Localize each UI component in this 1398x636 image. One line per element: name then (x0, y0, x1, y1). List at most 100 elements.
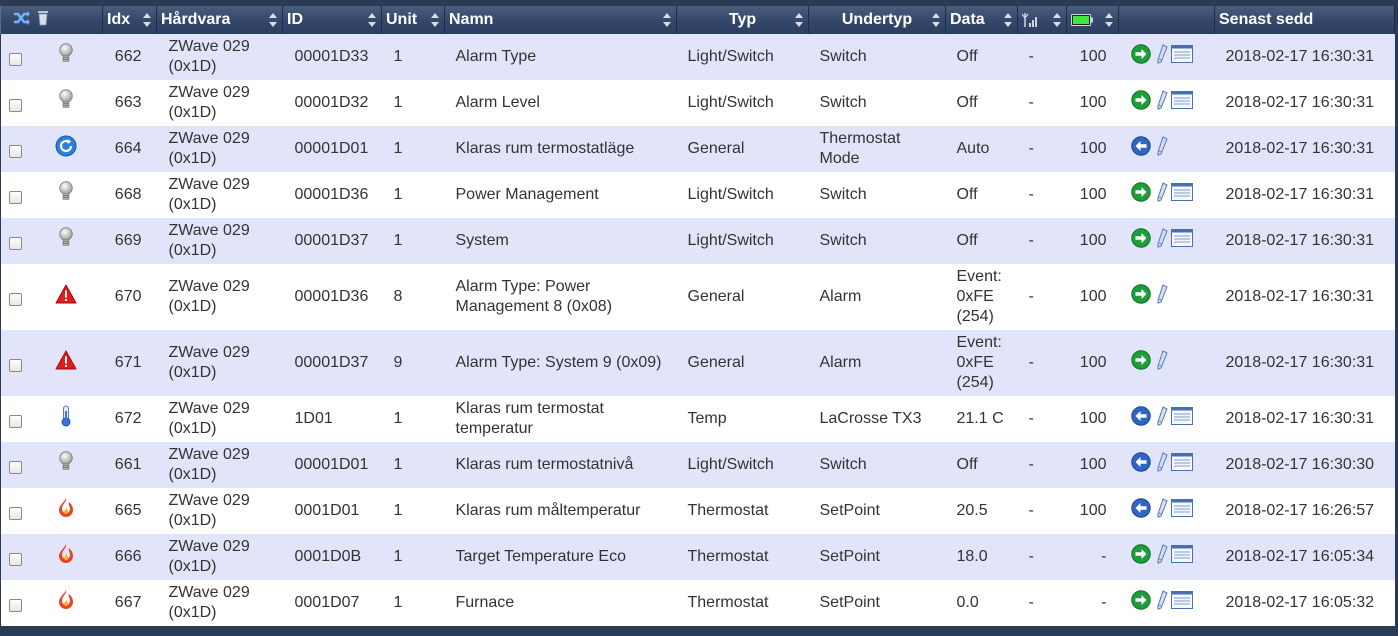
log-icon (1170, 499, 1193, 521)
column-header-hardware[interactable]: Hårdvara (156, 6, 283, 34)
device-log-button[interactable] (1170, 591, 1193, 615)
edit-device-button[interactable] (1154, 284, 1168, 310)
edit-device-button[interactable] (1154, 44, 1168, 70)
device-log-button[interactable] (1170, 91, 1193, 115)
device-icon-cell (28, 172, 103, 218)
device-log-button[interactable] (1170, 183, 1193, 207)
row-checkbox[interactable] (8, 191, 22, 205)
green-arrow-icon (1130, 90, 1151, 114)
row-checkbox[interactable] (8, 99, 22, 113)
goto-device-button[interactable] (1130, 590, 1151, 616)
column-header-last-seen[interactable]: Senast sedd (1214, 6, 1395, 34)
cell-unit: 1 (381, 396, 445, 442)
table-row[interactable]: 662 ZWave 029 (0x1D) 00001D33 1 Alarm Type Li… (0, 34, 1395, 80)
column-header-name[interactable]: Namn (444, 6, 677, 34)
cell-signal: - (1017, 172, 1067, 218)
cell-hardware: ZWave 029 (0x1D) (156, 34, 283, 80)
goto-device-button[interactable] (1130, 136, 1151, 162)
cell-subtype: Alarm (808, 330, 946, 396)
goto-device-button[interactable] (1130, 44, 1151, 70)
cell-hardware: ZWave 029 (0x1D) (156, 488, 283, 534)
cell-name: Klaras rum termostatnivå (444, 442, 677, 488)
cell-type: Light/Switch (676, 34, 809, 80)
goto-device-button[interactable] (1130, 544, 1151, 570)
shuffle-icon[interactable] (13, 10, 31, 26)
column-header-battery[interactable] (1066, 6, 1119, 34)
table-row[interactable]: 668 ZWave 029 (0x1D) 00001D36 1 Power Manage… (0, 172, 1395, 218)
goto-device-button[interactable] (1130, 90, 1151, 116)
cell-signal: - (1017, 34, 1067, 80)
cell-signal: - (1017, 330, 1067, 396)
column-header-data[interactable]: Data (945, 6, 1018, 34)
device-log-button[interactable] (1170, 229, 1193, 253)
edit-device-button[interactable] (1154, 498, 1168, 524)
goto-device-button[interactable] (1130, 406, 1151, 432)
cell-battery: 100 (1066, 172, 1119, 218)
cell-subtype: LaCrosse TX3 (808, 396, 946, 442)
edit-device-button[interactable] (1154, 90, 1168, 116)
column-header-subtype[interactable]: Undertyp (808, 6, 946, 34)
device-log-button[interactable] (1170, 407, 1193, 431)
device-log-button[interactable] (1170, 545, 1193, 569)
row-checkbox[interactable] (8, 237, 22, 251)
edit-device-button[interactable] (1154, 544, 1168, 570)
cell-subtype: Thermostat Mode (808, 126, 946, 172)
cell-type: Light/Switch (676, 172, 809, 218)
cell-name: Alarm Type (444, 34, 677, 80)
edit-device-button[interactable] (1154, 452, 1168, 478)
edit-device-button[interactable] (1154, 406, 1168, 432)
goto-device-button[interactable] (1130, 182, 1151, 208)
edit-device-button[interactable] (1154, 590, 1168, 616)
table-row[interactable]: 671 ZWave 029 (0x1D) 00001D37 9 Alarm Type: … (0, 330, 1395, 396)
cell-last-seen: 2018-02-17 16:30:31 (1214, 126, 1395, 172)
row-checkbox[interactable] (8, 359, 22, 373)
column-header-type[interactable]: Typ (676, 6, 809, 34)
edit-device-button[interactable] (1154, 136, 1168, 162)
select-all-header[interactable] (0, 6, 103, 34)
row-checkbox[interactable] (8, 53, 22, 67)
row-checkbox[interactable] (8, 507, 22, 521)
cell-last-seen: 2018-02-17 16:30:30 (1214, 442, 1395, 488)
table-row[interactable]: 672 ZWave 029 (0x1D) 1D01 1 Klaras rum termo… (0, 396, 1395, 442)
device-log-button[interactable] (1170, 45, 1193, 69)
table-row[interactable]: 670 ZWave 029 (0x1D) 00001D36 8 Alarm Type: … (0, 264, 1395, 330)
edit-device-button[interactable] (1154, 350, 1168, 376)
column-header-idx[interactable]: Idx (102, 6, 157, 34)
edit-device-button[interactable] (1154, 182, 1168, 208)
row-checkbox[interactable] (8, 599, 22, 613)
table-row[interactable]: 667 ZWave 029 (0x1D) 0001D07 1 Furnace Thermo… (0, 580, 1395, 626)
trash-icon[interactable] (37, 10, 49, 26)
table-row[interactable]: 664 ZWave 029 (0x1D) 00001D01 1 Klaras rum t… (0, 126, 1395, 172)
row-checkbox[interactable] (8, 553, 22, 567)
cell-name: Klaras rum termostat temperatur (444, 396, 677, 442)
goto-device-button[interactable] (1130, 452, 1151, 478)
table-row[interactable]: 663 ZWave 029 (0x1D) 00001D32 1 Alarm Level L… (0, 80, 1395, 126)
device-log-button[interactable] (1170, 499, 1193, 523)
edit-device-button[interactable] (1154, 228, 1168, 254)
cell-name: Alarm Type: System 9 (0x09) (444, 330, 677, 396)
goto-device-button[interactable] (1130, 498, 1151, 524)
log-icon (1170, 591, 1193, 613)
cell-data: 18.0 (945, 534, 1018, 580)
goto-device-button[interactable] (1130, 284, 1151, 310)
cell-subtype: Switch (808, 218, 946, 264)
goto-device-button[interactable] (1130, 228, 1151, 254)
column-header-id[interactable]: ID (282, 6, 382, 34)
table-row[interactable]: 669 ZWave 029 (0x1D) 00001D37 1 System Light/… (0, 218, 1395, 264)
refresh-icon (55, 135, 77, 163)
row-checkbox[interactable] (8, 293, 22, 307)
cell-subtype: Switch (808, 172, 946, 218)
column-header-unit[interactable]: Unit (381, 6, 445, 34)
column-header-signal[interactable] (1017, 6, 1067, 34)
table-row[interactable]: 665 ZWave 029 (0x1D) 0001D01 1 Klaras rum må… (0, 488, 1395, 534)
table-row[interactable]: 666 ZWave 029 (0x1D) 0001D0B 1 Target Temper… (0, 534, 1395, 580)
device-log-button[interactable] (1170, 453, 1193, 477)
row-checkbox[interactable] (8, 415, 22, 429)
signal-icon (1021, 12, 1037, 27)
table-row[interactable]: 661 ZWave 029 (0x1D) 00001D01 1 Klaras rum t… (0, 442, 1395, 488)
goto-device-button[interactable] (1130, 350, 1151, 376)
row-checkbox[interactable] (8, 145, 22, 159)
cell-type: Thermostat (676, 534, 809, 580)
blue-arrow-icon (1130, 136, 1151, 160)
row-checkbox[interactable] (8, 461, 22, 475)
